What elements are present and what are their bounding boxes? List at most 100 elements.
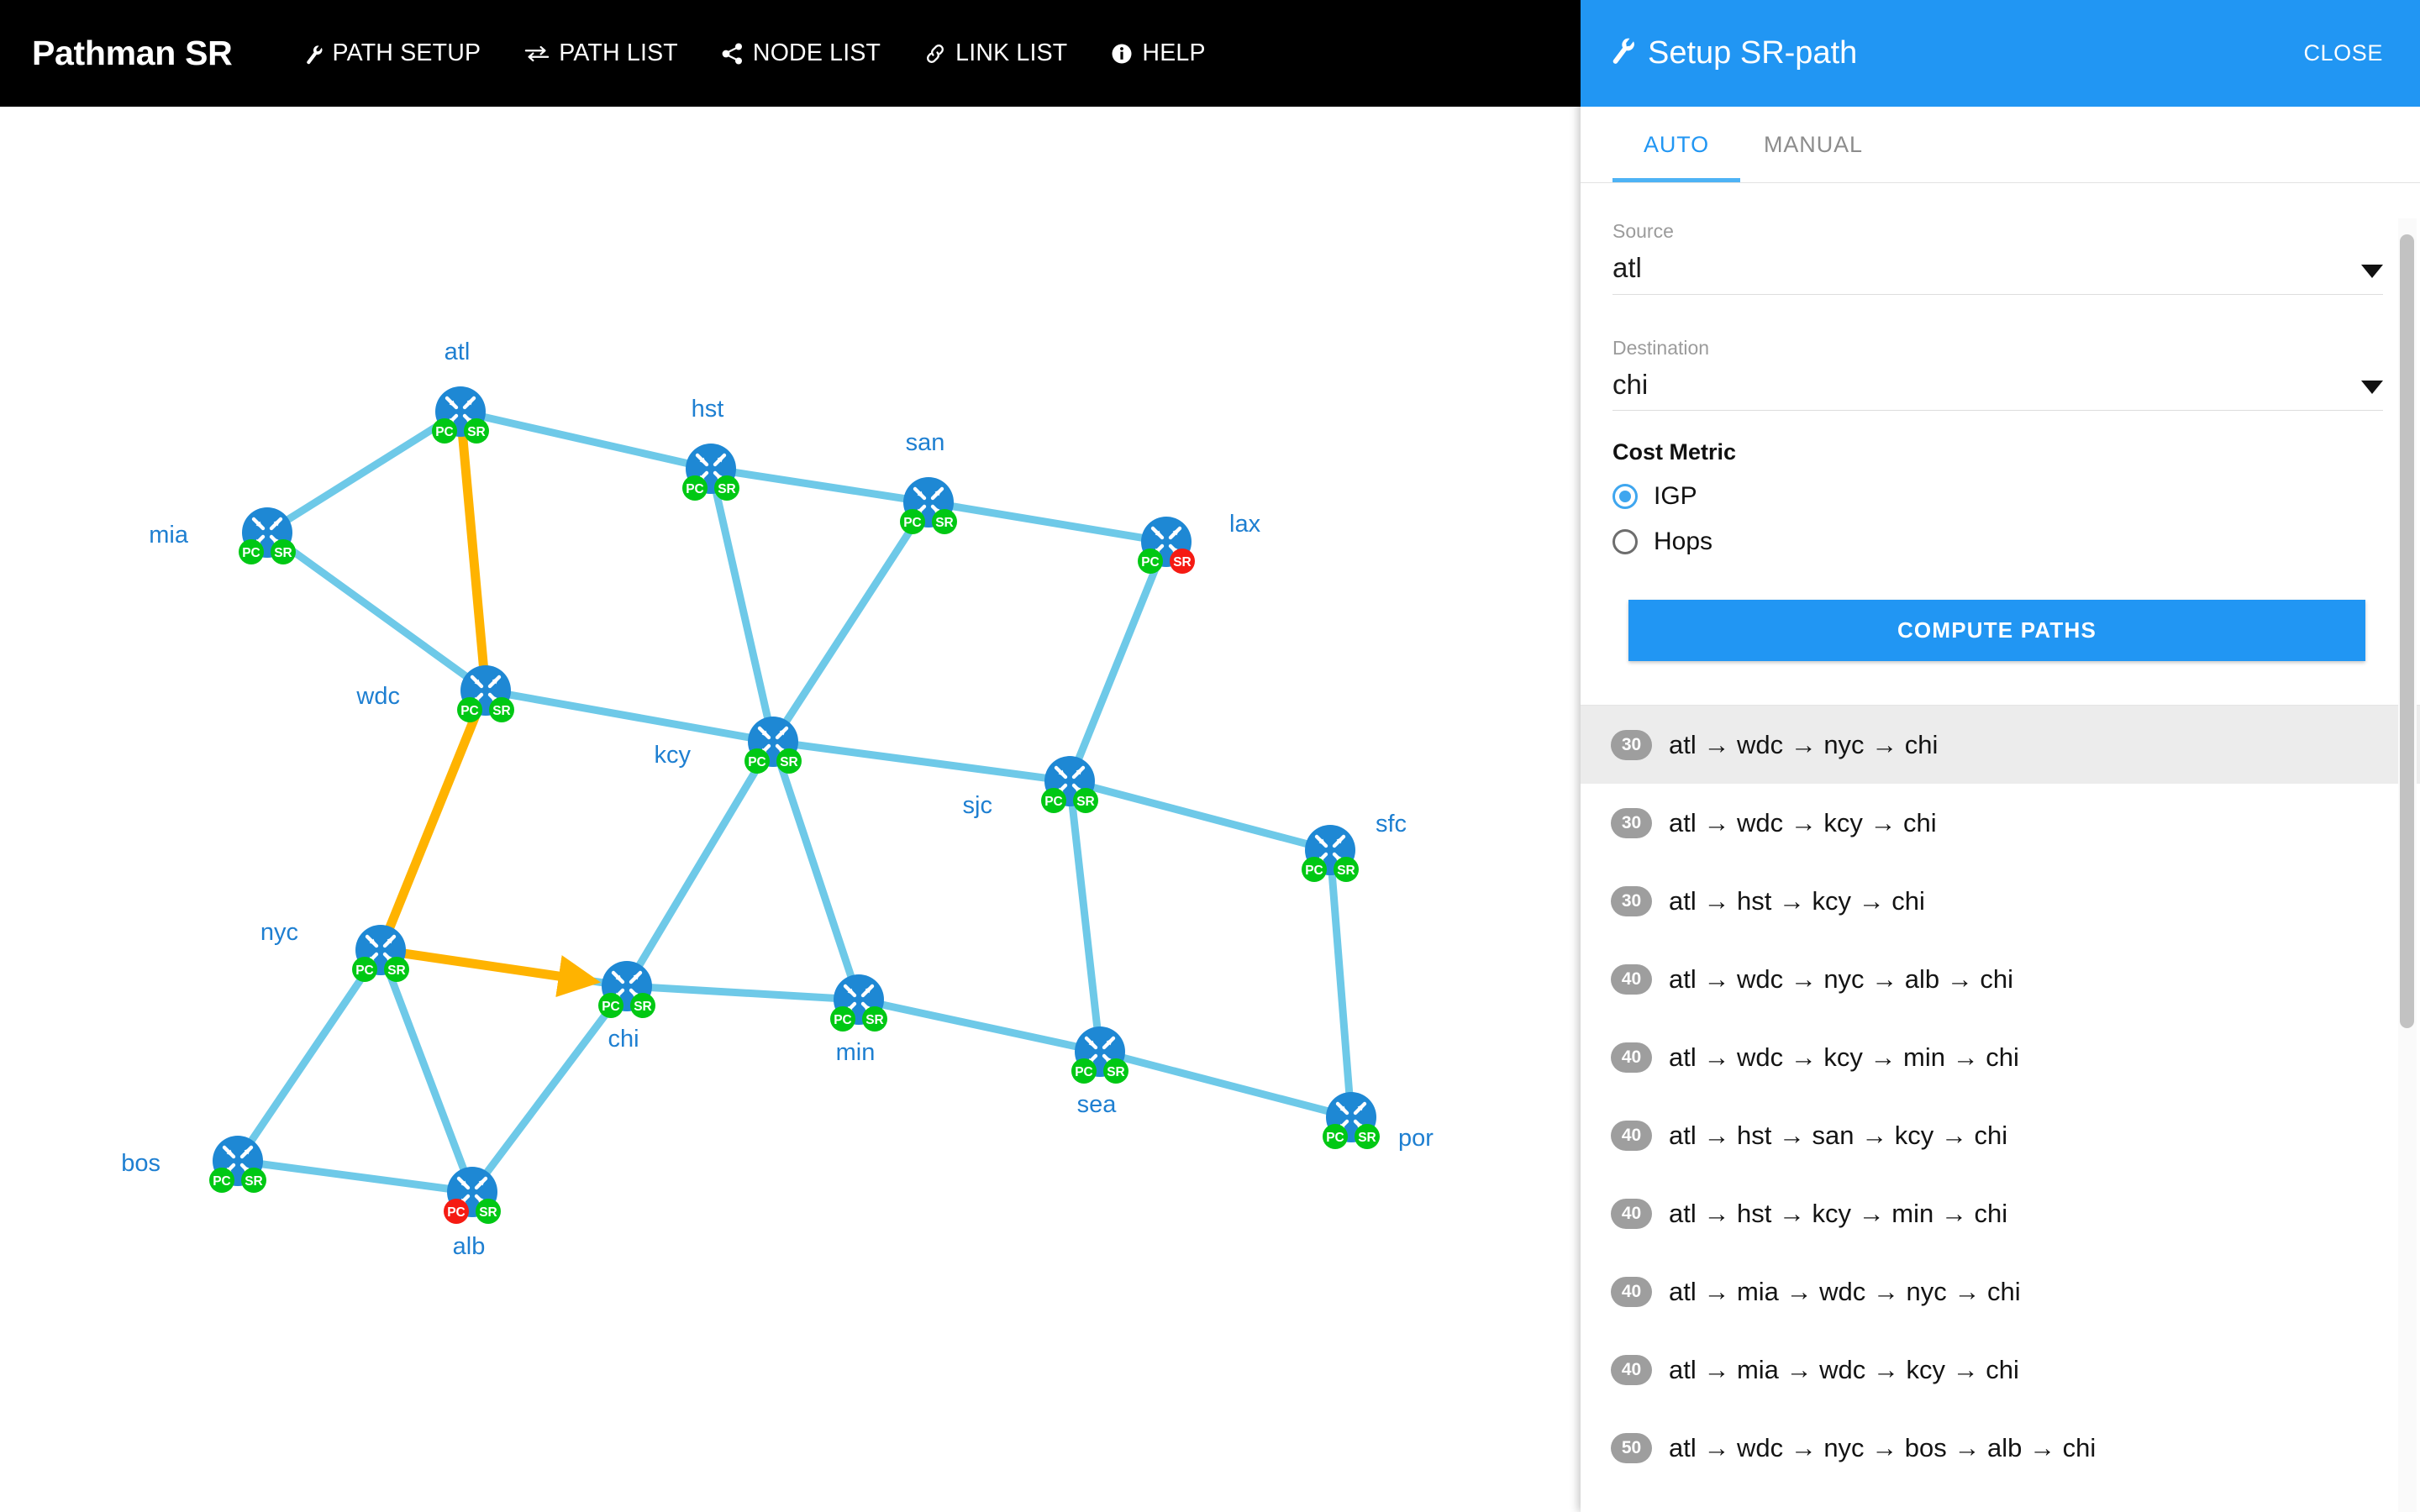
- status-badge-label: SR: [1107, 1065, 1125, 1079]
- path-result-row[interactable]: 40 atl → wdc → nyc → alb → chi: [1581, 940, 2420, 1018]
- tab-auto[interactable]: AUTO: [1612, 107, 1740, 182]
- destination-label: Destination: [1612, 336, 1710, 359]
- nav-item-label: PATH SETUP: [332, 39, 481, 66]
- node-label: kcy: [655, 742, 692, 769]
- network-link[interactable]: [707, 465, 777, 746]
- node-label: san: [906, 429, 945, 456]
- status-badge-label: SR: [718, 482, 736, 496]
- status-badge-label: SR: [1076, 795, 1095, 809]
- network-node-sjc[interactable]: PC SR sjc: [963, 756, 1098, 819]
- status-badge-label: PC: [903, 516, 922, 530]
- network-link[interactable]: [1326, 846, 1355, 1121]
- network-link[interactable]: [376, 946, 476, 1196]
- node-label: sjc: [963, 792, 992, 819]
- network-node-sfc[interactable]: PC SR sfc: [1302, 811, 1407, 882]
- network-link[interactable]: [707, 465, 933, 507]
- network-link[interactable]: [1065, 777, 1334, 854]
- status-badge-label: SR: [245, 1174, 263, 1189]
- status-badge-label: PC: [686, 482, 704, 496]
- network-node-atl[interactable]: PC SR atl: [432, 339, 489, 444]
- nav-item-node-list[interactable]: NODE LIST: [722, 39, 881, 67]
- nav-item-path-setup[interactable]: PATH SETUP: [302, 39, 481, 67]
- active-path-segment: [376, 685, 491, 955]
- network-link[interactable]: [263, 407, 465, 537]
- network-link[interactable]: [234, 946, 385, 1165]
- network-link[interactable]: [924, 498, 1171, 546]
- cost-metric-option-hops[interactable]: Hops: [1612, 528, 2383, 556]
- network-node-san[interactable]: PC SR san: [900, 429, 957, 534]
- network-node-wdc[interactable]: PC SR wdc: [355, 665, 514, 722]
- path-result-row[interactable]: 40 atl → hst → kcy → min → chi: [1581, 1174, 2420, 1252]
- network-link[interactable]: [855, 995, 1104, 1056]
- network-node-bos[interactable]: PC SR bos: [121, 1136, 266, 1193]
- status-badge-label: PC: [447, 1205, 466, 1220]
- active-path-segment: [455, 407, 491, 696]
- network-link[interactable]: [769, 738, 863, 1004]
- network-link[interactable]: [623, 738, 777, 990]
- source-select[interactable]: atl: [1612, 253, 2383, 295]
- path-result-row[interactable]: 40 atl → hst → san → kcy → chi: [1581, 1096, 2420, 1174]
- network-link[interactable]: [769, 498, 933, 746]
- nav-item-link-list[interactable]: LINK LIST: [924, 39, 1067, 67]
- network-link[interactable]: [263, 528, 490, 695]
- path-cost-badge: 40: [1611, 1354, 1652, 1385]
- panel-body: AUTO MANUAL Source atl Destination chi C…: [1581, 107, 2420, 1512]
- network-map-canvas[interactable]: PC SR atl PC SR hst PC SR san PC SR lax PC SR mia PC SR w…: [0, 107, 1581, 1512]
- network-node-hst[interactable]: PC SR hst: [682, 396, 739, 501]
- destination-select[interactable]: chi: [1612, 370, 2383, 412]
- link-icon: [924, 43, 946, 65]
- network-link[interactable]: [468, 982, 631, 1196]
- path-result-row[interactable]: 30 atl → wdc → kcy → chi: [1581, 784, 2420, 862]
- source-label: Source: [1612, 220, 1674, 242]
- radio-hops[interactable]: [1612, 529, 1638, 555]
- network-node-por[interactable]: PC SR por: [1323, 1092, 1434, 1152]
- status-badge-label: PC: [435, 425, 454, 439]
- path-hops-text: atl → wdc → kcy → min → chi: [1669, 1042, 2019, 1072]
- status-badge-label: PC: [602, 1000, 620, 1014]
- panel-tabs: AUTO MANUAL: [1581, 107, 2420, 183]
- status-badge-label: PC: [748, 755, 766, 769]
- nav-item-help[interactable]: HELP: [1111, 39, 1205, 67]
- tab-manual[interactable]: MANUAL: [1740, 107, 1886, 182]
- status-badge-label: PC: [460, 704, 479, 718]
- destination-value: chi: [1612, 368, 1649, 400]
- network-link[interactable]: [623, 982, 863, 1004]
- path-result-row[interactable]: 40 atl → mia → wdc → nyc → chi: [1581, 1252, 2420, 1331]
- nav-item-path-list[interactable]: PATH LIST: [524, 39, 678, 67]
- network-link[interactable]: [1065, 538, 1171, 785]
- node-label: wdc: [355, 683, 400, 710]
- network-link[interactable]: [481, 686, 777, 746]
- path-result-row[interactable]: 30 atl → hst → kcy → chi: [1581, 862, 2420, 940]
- network-node-sea[interactable]: PC SR sea: [1071, 1026, 1128, 1118]
- network-link[interactable]: [769, 738, 1074, 785]
- node-label: atl: [445, 339, 471, 365]
- network-node-chi[interactable]: PC SR chi: [598, 961, 655, 1053]
- panel-scrollbar-thumb[interactable]: [2400, 234, 2414, 1028]
- path-result-row[interactable]: 40 atl → mia → wdc → kcy → chi: [1581, 1331, 2420, 1409]
- path-cost-badge: 40: [1611, 1276, 1652, 1307]
- path-cost-badge: 40: [1611, 1198, 1652, 1229]
- network-link[interactable]: [234, 1157, 476, 1196]
- radio-igp[interactable]: [1612, 484, 1638, 510]
- network-node-min[interactable]: PC SR min: [830, 974, 887, 1066]
- network-topology-graph[interactable]: PC SR atl PC SR hst PC SR san PC SR lax PC SR mia PC SR w…: [0, 107, 1581, 1512]
- network-node-alb[interactable]: PC SR alb: [444, 1167, 501, 1260]
- status-badge-label: PC: [1044, 795, 1063, 809]
- network-node-mia[interactable]: PC SR mia: [149, 507, 296, 564]
- network-link[interactable]: [1096, 1047, 1355, 1121]
- path-hops-text: atl → wdc → nyc → bos → alb → chi: [1669, 1432, 2096, 1462]
- compute-paths-button[interactable]: COMPUTE PATHS: [1628, 600, 2365, 662]
- network-node-lax[interactable]: PC SR lax: [1138, 511, 1261, 574]
- node-label: chi: [608, 1026, 639, 1053]
- status-badge-label: PC: [1141, 555, 1160, 570]
- path-result-row[interactable]: 30 atl → wdc → nyc → chi: [1581, 706, 2420, 785]
- network-link[interactable]: [456, 407, 715, 473]
- network-node-nyc[interactable]: PC SR nyc: [260, 919, 409, 982]
- network-link[interactable]: [1065, 777, 1104, 1056]
- cost-metric-title: Cost Metric: [1612, 439, 1737, 465]
- path-result-row[interactable]: 40 atl → wdc → kcy → min → chi: [1581, 1018, 2420, 1096]
- path-cost-badge: 30: [1611, 807, 1652, 838]
- path-result-row[interactable]: 50 atl → wdc → nyc → bos → alb → chi: [1581, 1409, 2420, 1487]
- cost-metric-option-igp[interactable]: IGP: [1612, 482, 2383, 511]
- panel-close-button[interactable]: CLOSE: [2303, 40, 2383, 66]
